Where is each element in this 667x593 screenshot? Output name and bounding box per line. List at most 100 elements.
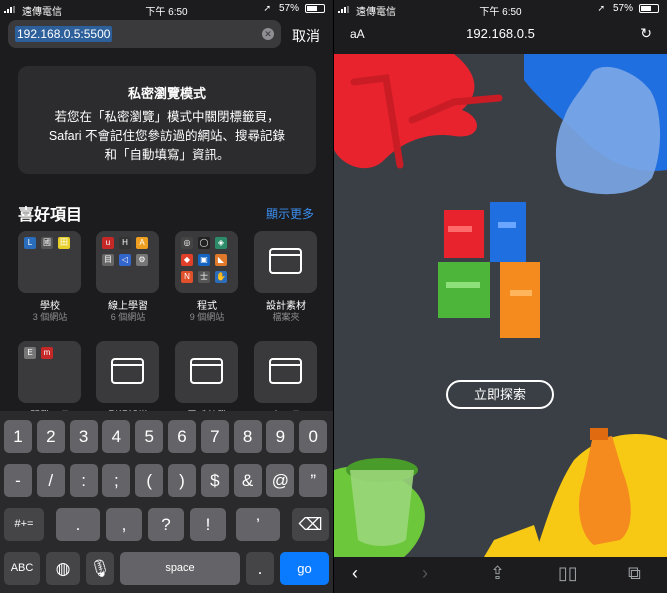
site-icon: m	[41, 347, 53, 359]
clear-icon[interactable]: ✕	[262, 28, 274, 40]
favorite-tile[interactable]: L國田	[18, 231, 81, 293]
tabs-icon[interactable]: ⧉	[628, 563, 641, 584]
status-bar: 遠傳電信 下午 6:50 ➚ 57%	[0, 0, 333, 18]
location-icon: ➚	[597, 3, 605, 13]
cancel-button[interactable]: 取消	[292, 26, 320, 46]
key[interactable]: ;	[102, 464, 131, 497]
space-key[interactable]: space	[120, 552, 240, 585]
battery-percent: 57%	[612, 3, 633, 14]
key[interactable]: $	[200, 464, 229, 497]
favorite-tile[interactable]	[254, 341, 317, 403]
favorite-tile[interactable]: ◎ ◯ ◈ ◆ ▣ ◣ N 士 ✋	[175, 231, 238, 293]
tile-sublabel: 3 個網站	[32, 312, 68, 322]
url-input[interactable]: 192.168.0.5:5500	[15, 26, 113, 42]
favorite-tile[interactable]	[96, 341, 159, 403]
site-icon: u	[102, 237, 114, 249]
microphone-key[interactable]: 🎙	[86, 552, 114, 585]
key[interactable]: !	[190, 508, 226, 541]
site-icon: 士	[198, 271, 210, 283]
battery-icon	[305, 4, 325, 13]
key[interactable]: @	[266, 464, 295, 497]
status-bar: 遠傳電信 下午 6:50 ➚ 57%	[334, 0, 667, 18]
period-key[interactable]: .	[246, 552, 274, 585]
url-host[interactable]: 192.168.0.5	[341, 26, 660, 41]
explore-button[interactable]: 立即探索	[446, 380, 554, 409]
key[interactable]: (	[135, 464, 164, 497]
site-icon: ◎	[181, 237, 193, 249]
key[interactable]: 9	[266, 420, 295, 453]
site-icon: L	[24, 237, 36, 249]
forward-icon[interactable]: ›	[422, 563, 428, 584]
private-title: 私密瀏覽模式	[127, 86, 206, 101]
back-icon[interactable]: ‹	[352, 563, 358, 584]
left-phone-screen: 遠傳電信 下午 6:50 ➚ 57% 192.168.0.5:5500 ✕ 取消…	[0, 0, 333, 593]
site-icon: ◯	[198, 237, 210, 249]
share-icon[interactable]: ⇪	[490, 563, 505, 584]
key[interactable]: 5	[135, 420, 164, 453]
site-icon: ✋	[215, 271, 227, 283]
site-icon: ◈	[215, 237, 227, 249]
site-icon: 田	[58, 237, 70, 249]
key[interactable]: 7	[200, 420, 229, 453]
site-icon: ▣	[198, 254, 210, 266]
battery-percent: 57%	[278, 3, 299, 14]
battery-icon	[639, 4, 659, 13]
favorite-tile[interactable]	[175, 341, 238, 403]
favorite-tile[interactable]	[254, 231, 317, 293]
key[interactable]: 1	[4, 420, 32, 453]
address-bar[interactable]: 192.168.0.5:5500 ✕	[8, 20, 281, 48]
favorite-tile[interactable]: Em	[18, 341, 81, 403]
private-description: 若您在「私密瀏覽」模式中關閉標籤頁， Safari 不會記住您參訪過的網站、搜尋…	[48, 110, 286, 162]
go-key[interactable]: go	[280, 552, 329, 585]
folder-icon	[269, 358, 302, 384]
browser-toolbar: ‹ › ⇪ ▯▯ ⧉	[334, 557, 667, 593]
site-icon: ◁	[119, 254, 131, 266]
folder-icon	[111, 358, 144, 384]
abc-key[interactable]: ABC	[4, 552, 40, 585]
address-bar[interactable]: aA 192.168.0.5 ↻	[341, 21, 660, 47]
key[interactable]: :	[69, 464, 98, 497]
site-icon: E	[24, 347, 36, 359]
tile-sublabel: 9 個網站	[189, 312, 225, 322]
key[interactable]: .	[56, 508, 100, 541]
site-icon: 目	[102, 254, 114, 266]
key[interactable]: ?	[148, 508, 184, 541]
key[interactable]: 2	[36, 420, 65, 453]
favorites-heading: 喜好項目	[18, 207, 83, 224]
key[interactable]: ,	[106, 508, 142, 541]
key[interactable]: 3	[69, 420, 98, 453]
bookmarks-icon[interactable]: ▯▯	[558, 563, 578, 584]
symbols-key[interactable]: #+=	[4, 508, 44, 541]
site-icon: ◆	[181, 254, 193, 266]
key[interactable]: 8	[233, 420, 262, 453]
private-browsing-card: 私密瀏覽模式 若您在「私密瀏覽」模式中關閉標籤頁， Safari 不會記住您參訪…	[18, 66, 316, 174]
keyboard: 1 2 3 4 5 6 7 8 9 0 - /:;() $ & @” #+=.,?! ’ ⌫ ABC ◍ 🎙 space.…	[0, 411, 333, 593]
logo-blocks	[438, 202, 540, 338]
key[interactable]: 0	[299, 420, 328, 453]
folder-icon	[269, 248, 302, 274]
right-phone-screen: 遠傳電信 下午 6:50 ➚ 57% aA 192.168.0.5 ↻ 立即探索…	[334, 0, 667, 593]
key[interactable]: 4	[102, 420, 131, 453]
key[interactable]: -	[4, 464, 32, 497]
favorite-tile[interactable]: u H A 目 ◁ ⚙	[96, 231, 159, 293]
tile-sublabel: 6 個網站	[110, 312, 146, 322]
site-icon: N	[181, 271, 193, 283]
site-icon: H	[119, 237, 131, 249]
plastic-monster-artwork	[334, 54, 667, 557]
globe-key[interactable]: ◍	[46, 552, 80, 585]
key[interactable]: ”	[299, 464, 328, 497]
site-icon: A	[136, 237, 148, 249]
key[interactable]: &	[233, 464, 262, 497]
key[interactable]: )	[168, 464, 196, 497]
reload-icon[interactable]: ↻	[640, 25, 652, 42]
tile-sublabel: 檔案夾	[272, 312, 300, 322]
key[interactable]: /	[36, 464, 65, 497]
show-more-link[interactable]: 顯示更多	[266, 205, 314, 222]
delete-key[interactable]: ⌫	[292, 508, 329, 541]
key[interactable]: 6	[168, 420, 196, 453]
key[interactable]: ’	[236, 508, 280, 541]
folder-icon	[190, 358, 223, 384]
site-icon: ⚙	[136, 254, 148, 266]
site-icon: ◣	[215, 254, 227, 266]
site-icon: 國	[41, 237, 53, 249]
